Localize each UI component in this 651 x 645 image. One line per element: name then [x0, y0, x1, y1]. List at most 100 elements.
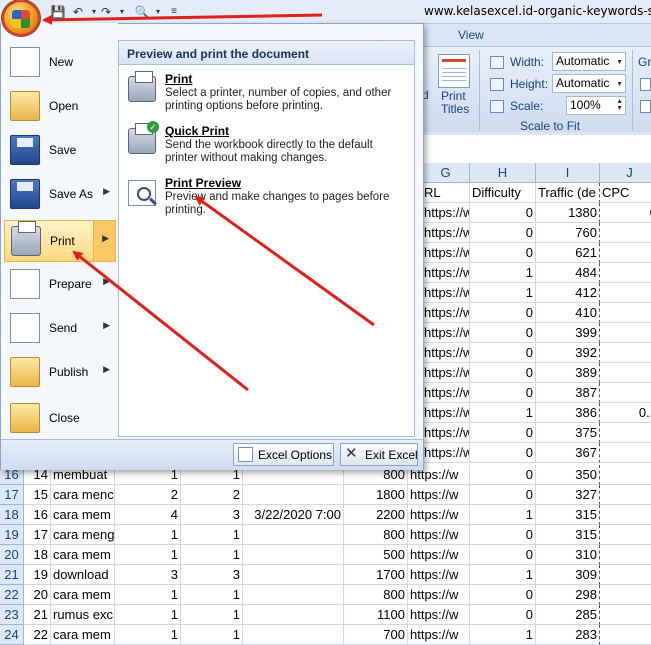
cell-cpc[interactable]	[600, 223, 651, 243]
cell-f[interactable]: 800	[344, 525, 408, 545]
cell-c[interactable]: 3	[115, 565, 181, 585]
cell-difficulty[interactable]: 1	[470, 625, 536, 645]
cell-e[interactable]	[243, 545, 344, 565]
cell-traffic[interactable]: 283	[536, 625, 600, 645]
cell-traffic[interactable]: 327	[536, 485, 600, 505]
cell-f[interactable]: 1700	[344, 565, 408, 585]
cell-traffic[interactable]: 484	[536, 263, 600, 283]
cell-traffic[interactable]: 760	[536, 223, 600, 243]
cell-e[interactable]	[243, 485, 344, 505]
gridlines-view-checkbox[interactable]	[640, 78, 651, 91]
cell-traffic[interactable]: 367	[536, 443, 600, 463]
cell-difficulty[interactable]: 0	[470, 223, 536, 243]
cell-a[interactable]: 15	[24, 485, 51, 505]
cell-url[interactable]: https://w	[422, 263, 470, 283]
cell-url[interactable]: https://w	[422, 363, 470, 383]
menu-item-prepare[interactable]: Prepare ▶	[4, 264, 116, 306]
cell-difficulty[interactable]: 0	[470, 443, 536, 463]
cell-difficulty[interactable]: 0	[470, 423, 536, 443]
cell-c[interactable]: 1	[115, 605, 181, 625]
menu-item-print[interactable]: Print ▶	[4, 220, 116, 262]
cell-a[interactable]: 21	[24, 605, 51, 625]
print-option[interactable]: Print Select a printer, number of copies…	[124, 71, 409, 116]
cell-difficulty[interactable]: 0	[470, 383, 536, 403]
cell-b[interactable]: cara mem	[51, 545, 115, 565]
cell-a[interactable]: 18	[24, 545, 51, 565]
cell-difficulty[interactable]: 0	[470, 343, 536, 363]
cell-traffic[interactable]: 309	[536, 565, 600, 585]
menu-item-new[interactable]: New	[4, 42, 116, 84]
cell-f[interactable]: 500	[344, 545, 408, 565]
row-header[interactable]: 23	[0, 605, 24, 625]
cell-difficulty[interactable]: 0	[470, 243, 536, 263]
cell-url[interactable]: https://w	[422, 243, 470, 263]
cell-url[interactable]: https://w	[408, 605, 470, 625]
column-header-j[interactable]: J	[600, 163, 651, 183]
scale-spinner[interactable]: 100% ▲ ▼	[566, 96, 626, 115]
cell-b[interactable]: cara mem	[51, 625, 115, 645]
cell-d[interactable]: 1	[181, 625, 243, 645]
cell-difficulty-header[interactable]: Difficulty	[470, 183, 536, 203]
cell-difficulty[interactable]: 0	[470, 605, 536, 625]
cell-cpc[interactable]	[600, 625, 651, 645]
cell-traffic[interactable]: 315	[536, 505, 600, 525]
tab-view[interactable]: View	[458, 28, 484, 42]
cell-url[interactable]: https://w	[422, 443, 470, 463]
cell-difficulty[interactable]: 0	[470, 525, 536, 545]
cell-url[interactable]: https://w	[408, 565, 470, 585]
cell-cpc[interactable]	[600, 363, 651, 383]
cell-b[interactable]: cara mem	[51, 505, 115, 525]
cell-d[interactable]: 1	[181, 525, 243, 545]
cell-f[interactable]: 700	[344, 625, 408, 645]
redo-dropdown-icon[interactable]: ▾	[114, 4, 130, 20]
cell-a[interactable]: 16	[24, 505, 51, 525]
cell-e[interactable]	[243, 565, 344, 585]
cell-difficulty[interactable]: 1	[470, 403, 536, 423]
menu-item-send[interactable]: Send ▶	[4, 308, 116, 350]
cell-cpc[interactable]	[600, 303, 651, 323]
cell-traffic[interactable]: 375	[536, 423, 600, 443]
menu-item-save[interactable]: Save	[4, 130, 116, 172]
cell-difficulty[interactable]: 0	[470, 545, 536, 565]
cell-f[interactable]: 1800	[344, 485, 408, 505]
cell-e[interactable]: 3/22/2020 7:00	[243, 505, 344, 525]
cell-a[interactable]: 17	[24, 525, 51, 545]
cell-cpc[interactable]	[600, 525, 651, 545]
cell-cpc-header[interactable]: CPC	[600, 183, 651, 203]
cell-traffic[interactable]: 315	[536, 525, 600, 545]
cell-e[interactable]	[243, 625, 344, 645]
cell-cpc[interactable]	[600, 243, 651, 263]
gridlines-print-checkbox[interactable]	[640, 100, 651, 113]
quick-print-option[interactable]: ✓ Quick Print Send the workbook directly…	[124, 121, 409, 168]
save-icon[interactable]: 💾	[50, 4, 66, 20]
cell-a[interactable]: 22	[24, 625, 51, 645]
cell-cpc[interactable]	[600, 545, 651, 565]
cell-a[interactable]: 19	[24, 565, 51, 585]
cell-c[interactable]: 2	[115, 485, 181, 505]
cell-url[interactable]: https://w	[408, 585, 470, 605]
cell-url[interactable]: https://w	[422, 203, 470, 223]
cell-cpc[interactable]	[600, 505, 651, 525]
cell-cpc[interactable]	[600, 283, 651, 303]
cell-cpc[interactable]	[600, 605, 651, 625]
cell-url[interactable]: https://w	[422, 403, 470, 423]
cell-traffic[interactable]: 298	[536, 585, 600, 605]
cell-traffic[interactable]: 387	[536, 383, 600, 403]
row-header[interactable]: 18	[0, 505, 24, 525]
cell-d[interactable]: 1	[181, 545, 243, 565]
cell-cpc[interactable]	[600, 383, 651, 403]
column-header-g[interactable]: G	[422, 163, 470, 183]
cell-c[interactable]: 1	[115, 525, 181, 545]
cell-b[interactable]: cara mem	[51, 585, 115, 605]
cell-difficulty[interactable]: 0	[470, 323, 536, 343]
cell-traffic[interactable]: 412	[536, 283, 600, 303]
redo-icon[interactable]: ↷	[98, 4, 114, 20]
cell-url[interactable]: https://w	[422, 223, 470, 243]
cell-cpc[interactable]	[600, 343, 651, 363]
cell-b[interactable]: rumus exc	[51, 605, 115, 625]
cell-f[interactable]: 800	[344, 585, 408, 605]
print-preview-option[interactable]: Print Preview Preview and make changes t…	[124, 176, 409, 220]
cell-b[interactable]: cara meng	[51, 525, 115, 545]
excel-options-button[interactable]: Excel Options	[233, 443, 334, 466]
qa-dropdown-icon[interactable]: ▾	[150, 4, 166, 20]
